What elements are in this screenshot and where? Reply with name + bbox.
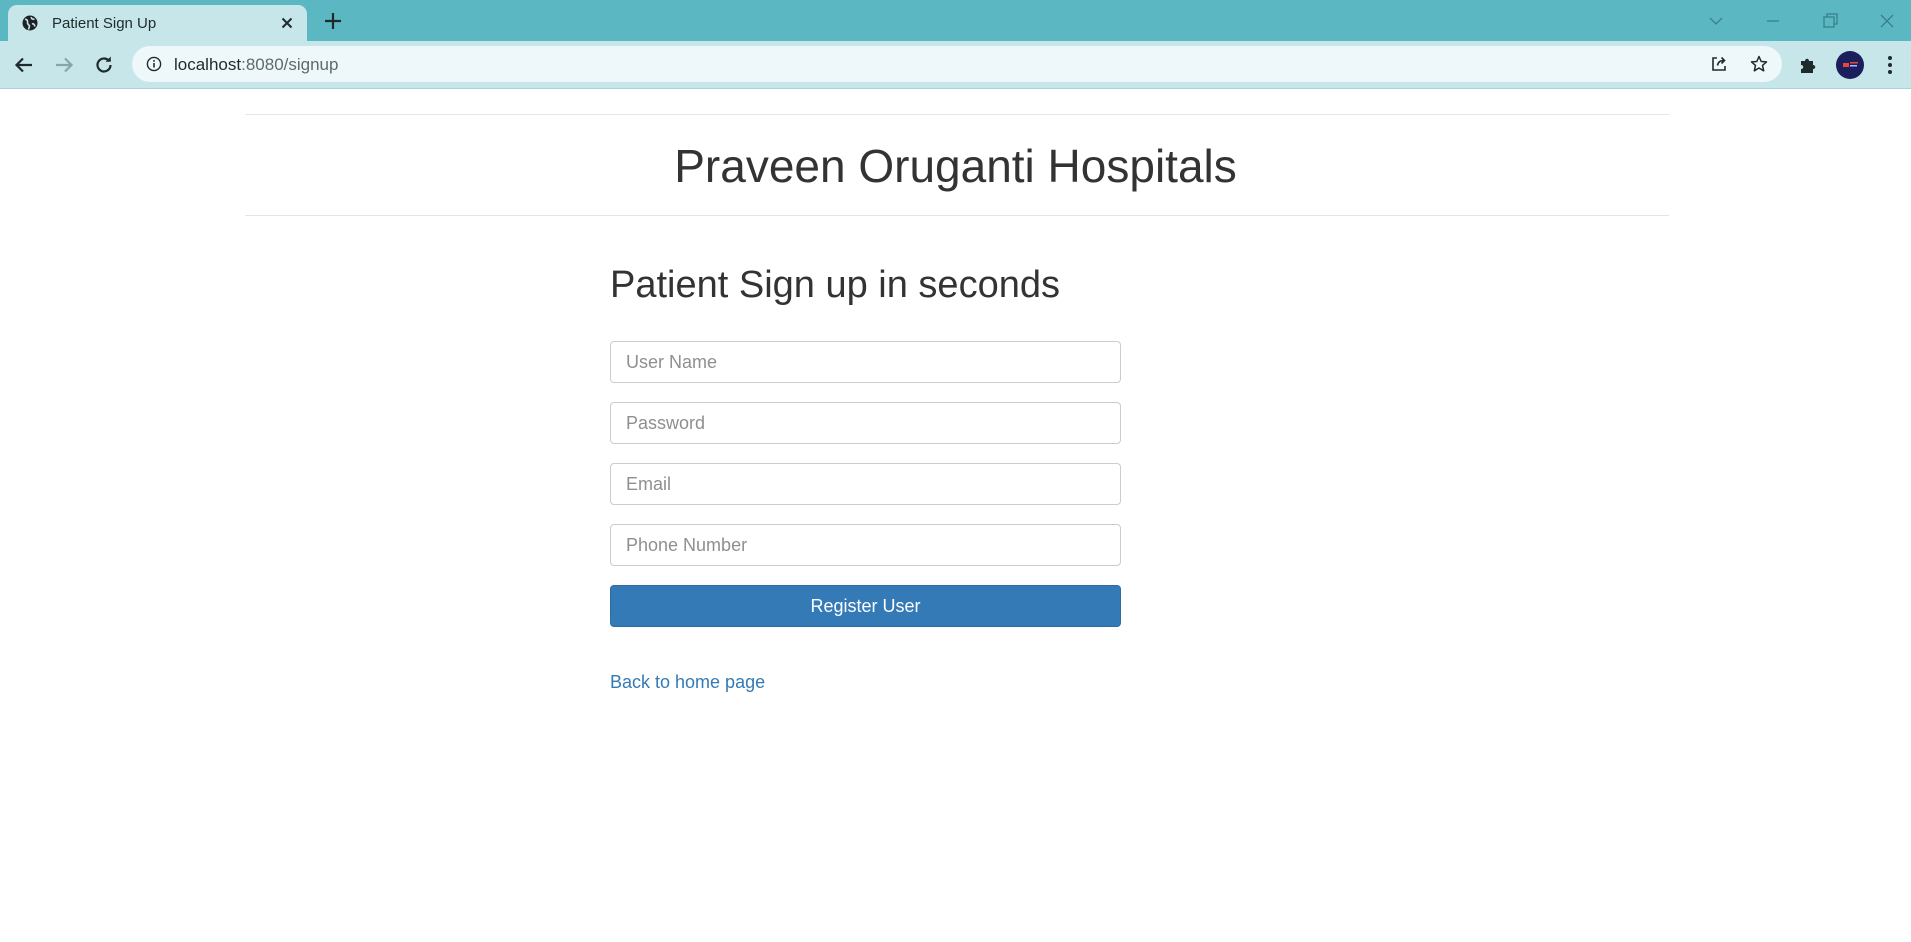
page-content: Praveen Oruganti Hospitals Patient Sign …: [0, 89, 1911, 942]
browser-tab[interactable]: Patient Sign Up: [8, 5, 307, 41]
back-to-home-link[interactable]: Back to home page: [610, 672, 765, 693]
restore-icon[interactable]: [1819, 10, 1841, 32]
register-user-button[interactable]: Register User: [610, 585, 1121, 627]
chevron-down-icon[interactable]: [1705, 10, 1727, 32]
header-divider-bottom: [245, 215, 1669, 216]
close-icon[interactable]: [278, 14, 296, 32]
tab-title: Patient Sign Up: [52, 15, 157, 32]
puzzle-icon[interactable]: [1797, 53, 1821, 77]
profile-avatar[interactable]: [1836, 51, 1864, 79]
browser-tab-strip: Patient Sign Up: [0, 0, 1911, 41]
minimize-icon[interactable]: [1762, 10, 1784, 32]
kebab-menu-icon[interactable]: [1878, 53, 1902, 77]
info-icon[interactable]: [146, 56, 162, 72]
star-icon[interactable]: [1749, 54, 1769, 74]
avatar-image: [1843, 62, 1858, 67]
arrow-right-icon[interactable]: [52, 53, 76, 77]
url-host: localhost: [174, 55, 242, 74]
url-text[interactable]: localhost:8080/signup: [174, 55, 338, 75]
phone-number-input[interactable]: [610, 524, 1121, 566]
url-path: :8080/signup: [241, 55, 339, 74]
signup-form: Patient Sign up in seconds Register User…: [610, 264, 1121, 693]
browser-toolbar: localhost:8080/signup: [0, 41, 1911, 89]
share-icon[interactable]: [1709, 54, 1729, 74]
password-input[interactable]: [610, 402, 1121, 444]
reload-icon[interactable]: [92, 53, 116, 77]
arrow-left-icon[interactable]: [12, 53, 36, 77]
form-heading: Patient Sign up in seconds: [610, 264, 1060, 306]
globe-icon: [22, 15, 38, 31]
address-bar[interactable]: localhost:8080/signup: [132, 46, 1782, 82]
header-divider-top: [245, 114, 1669, 115]
email-input[interactable]: [610, 463, 1121, 505]
plus-icon[interactable]: [322, 10, 344, 32]
username-input[interactable]: [610, 341, 1121, 383]
window-close-icon[interactable]: [1876, 10, 1898, 32]
site-title: Praveen Oruganti Hospitals: [674, 140, 1237, 192]
